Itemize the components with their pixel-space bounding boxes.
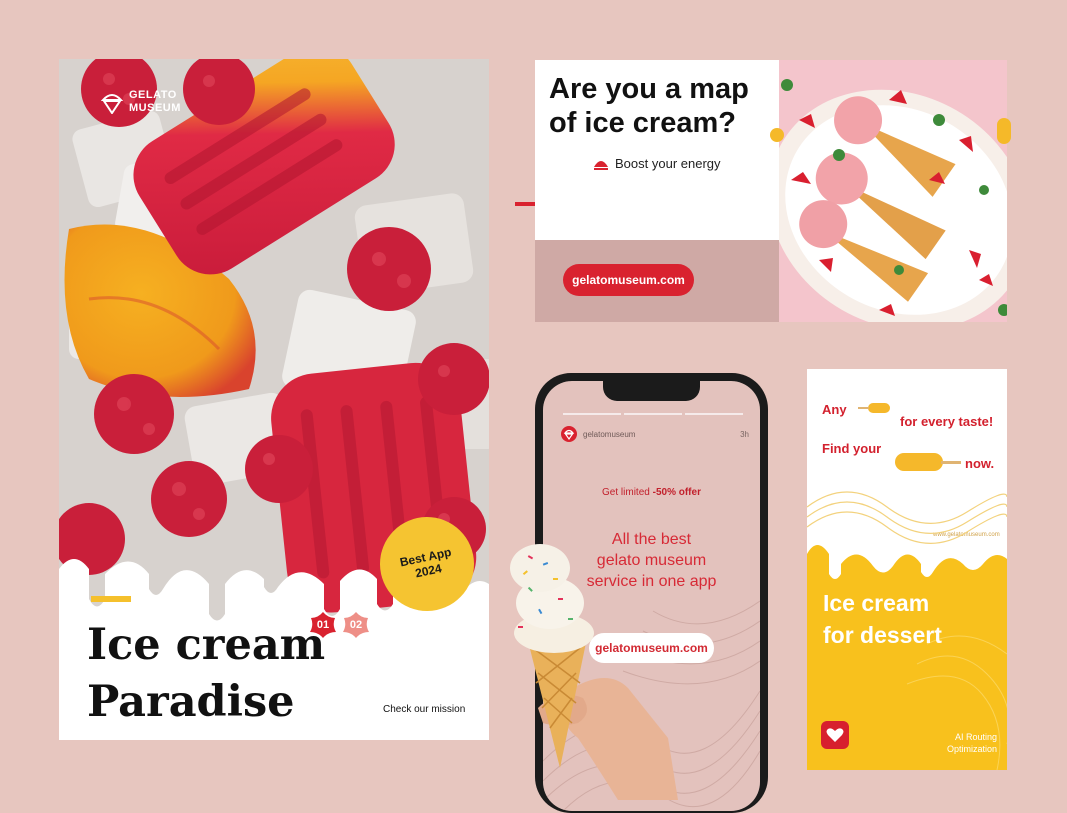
story-segment xyxy=(624,413,682,415)
poster-title: Ice cream Paradise xyxy=(87,617,325,731)
banner-find-your: Find your xyxy=(822,441,882,456)
app-name[interactable]: gelatomuseum xyxy=(583,430,635,439)
hand-holding-cone xyxy=(498,538,678,800)
ad-drip-edge xyxy=(535,178,779,234)
ai-routing-text: AI Routing Optimization xyxy=(947,731,997,755)
banner-title-line-1: Ice cream xyxy=(823,590,930,616)
gelato-logo-icon[interactable] xyxy=(561,426,577,442)
cones-illustration xyxy=(779,60,1007,322)
gelato-logo-icon xyxy=(594,160,608,170)
popsicle-icon xyxy=(895,453,961,471)
poster-title-line-2: Paradise xyxy=(87,677,295,727)
ad-tagline: Boost your energy xyxy=(593,156,721,171)
poster-card: GELATO MUSEUM Best App 2024 01 02 Ice cr… xyxy=(59,59,489,740)
story-progress xyxy=(563,413,743,415)
logo-line-1: GELATO xyxy=(129,89,177,101)
cone-logo-icon xyxy=(101,94,123,114)
page-badge-02[interactable]: 02 xyxy=(341,610,371,640)
page-number-2: 02 xyxy=(349,619,363,631)
ad-card: Are you a map of ice cream? Boost your e… xyxy=(535,60,1007,322)
story-segment xyxy=(685,413,743,415)
poster-title-line-1: Ice cream xyxy=(87,620,326,670)
ad-title-line-2: of ice cream? xyxy=(549,107,736,139)
like-button[interactable] xyxy=(821,721,849,749)
ad-tagline-text: Boost your energy xyxy=(615,156,721,171)
story-segment xyxy=(563,413,621,415)
offer-value: -50% offer xyxy=(652,487,701,498)
story-time: 3h xyxy=(740,429,749,439)
ice-cream-cone-illustration xyxy=(510,544,678,800)
cones-photo xyxy=(779,60,1007,322)
vertical-banner: Any for every taste! Find your now. www.… xyxy=(807,369,1007,770)
ad-title-line-1: Are you a map xyxy=(549,73,749,105)
phone-notch xyxy=(603,381,700,401)
logo-line-2: MUSEUM xyxy=(129,102,181,114)
banner-title-line-2: for dessert xyxy=(823,622,942,648)
ai-line-2: Optimization xyxy=(946,744,997,754)
ai-line-1: AI Routing xyxy=(954,732,997,742)
mission-link[interactable]: Check our mission xyxy=(383,704,465,715)
gelato-museum-logo[interactable]: GELATO MUSEUM xyxy=(101,89,181,115)
popsicle-icon xyxy=(858,403,890,413)
yellow-dot xyxy=(770,128,784,142)
ad-left-panel: Are you a map of ice cream? Boost your e… xyxy=(535,60,779,322)
offer-prefix: Get limited xyxy=(602,487,650,498)
yellow-dot xyxy=(997,118,1011,144)
banner-now: now. xyxy=(965,456,995,471)
accent-bar xyxy=(91,596,131,602)
story-header: gelatomuseum 3h xyxy=(561,426,749,442)
ad-url-button[interactable]: gelatomuseum.com xyxy=(563,264,694,296)
banner-title: Ice cream for dessert xyxy=(823,587,942,651)
ad-title: Are you a map of ice cream? xyxy=(549,72,774,140)
banner-every-taste: for every taste! xyxy=(900,414,994,429)
banner-any: Any xyxy=(822,402,847,417)
offer-text: Get limited -50% offer xyxy=(543,487,760,498)
heart-icon xyxy=(826,728,844,742)
